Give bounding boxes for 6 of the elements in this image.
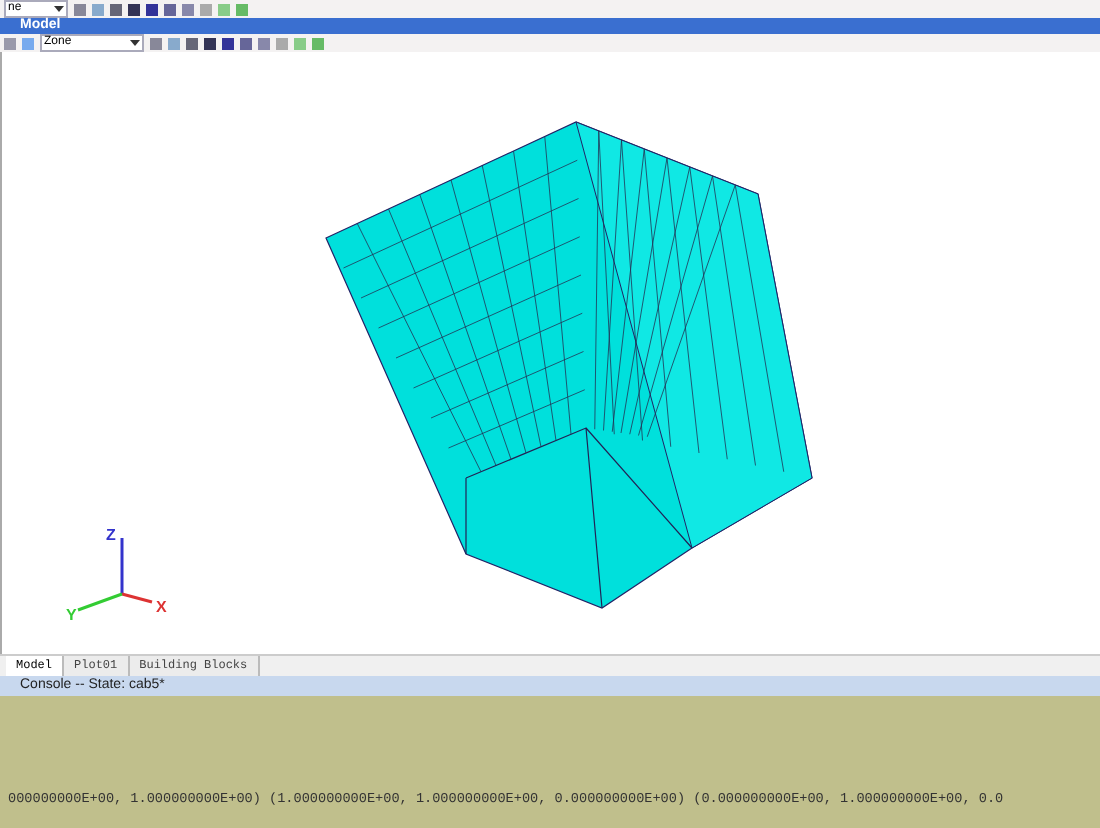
axis-label: Y — [66, 606, 77, 624]
axis-triad-drawing — [77, 538, 153, 612]
caret-icon — [130, 40, 140, 46]
caret-icon — [54, 6, 64, 12]
axis-label: X — [156, 598, 167, 616]
axis-label: Z — [106, 526, 116, 544]
